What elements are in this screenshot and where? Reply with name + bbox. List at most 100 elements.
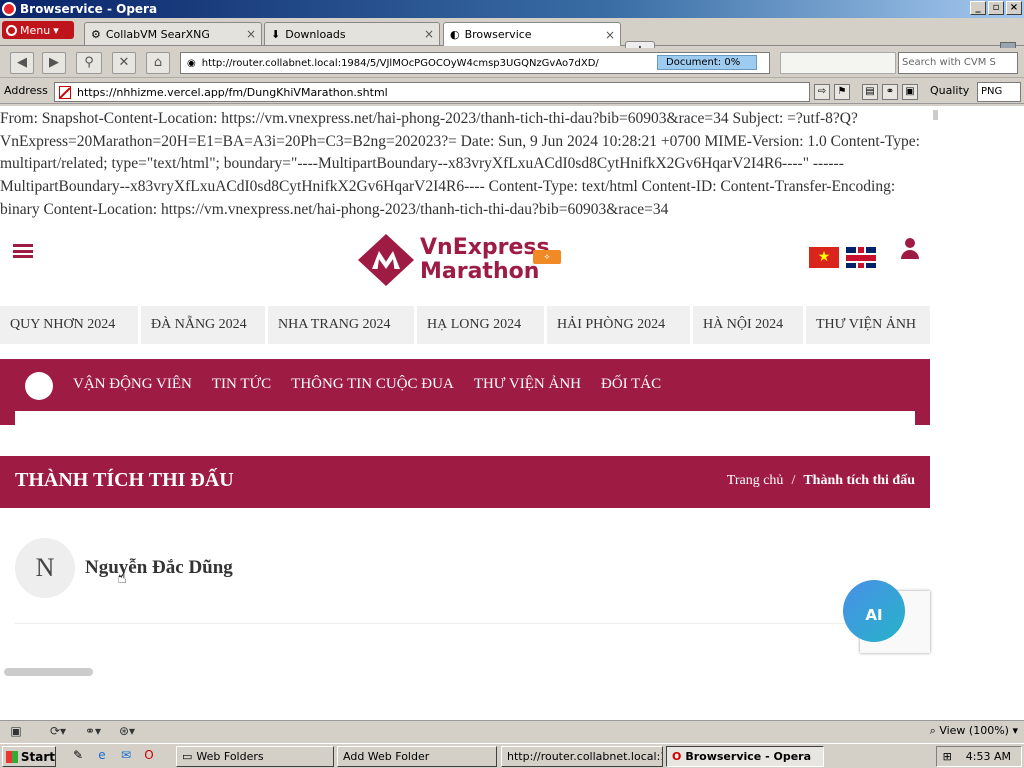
wrench-icon: ⚙ — [91, 27, 101, 41]
navigation-bar: ◀ ▶ ⚲ ✕ ⌂ ◉ http://router.collabnet.loca… — [0, 48, 1024, 78]
breadcrumb-home[interactable]: Trang chủ — [727, 473, 784, 489]
search-input[interactable]: Search with CVM S — [898, 52, 1018, 74]
task-router-page[interactable]: http://router.collabnet.local:19... — [501, 746, 663, 767]
zoom-level[interactable]: ⌕ View (100%) ▾ — [930, 724, 1018, 738]
close-tab-icon[interactable]: × — [424, 27, 434, 41]
sync-icon[interactable]: ⟳▾ — [44, 724, 72, 739]
speed-dial-image — [780, 52, 896, 74]
bookmark-icon[interactable]: ⚑ — [834, 84, 850, 100]
go-icon[interactable]: ⇨ — [814, 84, 830, 100]
nav-race-info[interactable]: THÔNG TIN CUỘC ĐUA — [291, 376, 454, 393]
ie-icon[interactable]: e — [94, 748, 110, 764]
close-tab-icon[interactable]: × — [246, 27, 256, 41]
minimize-button[interactable]: _ — [970, 1, 986, 15]
folder-icon: ▭ — [182, 750, 193, 763]
load-progress: Document: 0% — [657, 55, 757, 70]
clock: 4:53 AM — [965, 750, 1011, 763]
taskbar: Start ✎ e ✉ O ▭ Web Folders Add Web Fold… — [0, 743, 1024, 768]
race-link[interactable]: QUY NHƠN 2024 — [0, 306, 138, 344]
nav-underline-panel — [15, 411, 915, 425]
window-titlebar: Browservice - Opera _ ▫ × — [0, 0, 1024, 18]
insecure-ssl-icon — [59, 85, 71, 99]
edit-icon[interactable]: ✎ — [70, 748, 86, 764]
network-icon[interactable]: ⊞ — [943, 750, 952, 763]
nav-logo-icon[interactable] — [25, 372, 53, 400]
start-button[interactable]: Start — [2, 746, 56, 767]
hand-cursor-icon: ☝ — [117, 568, 127, 587]
address-text: https://nhhizme.vercel.app/fm/DungKhiVMa… — [77, 85, 388, 99]
share-icon[interactable]: ⚭▾ — [80, 724, 106, 739]
download-icon: ⬇ — [271, 27, 281, 41]
opera-icon — [2, 2, 16, 16]
close-tab-icon[interactable]: × — [605, 28, 615, 42]
hamburger-menu-icon[interactable] — [13, 244, 33, 258]
main-navigation: VẬN ĐỘNG VIÊN TIN TỨC THÔNG TIN CUỘC ĐUA… — [0, 359, 930, 425]
logo-badge: ⟡ — [533, 250, 561, 264]
panel-toggle-icon[interactable]: ▣ — [8, 724, 24, 739]
athlete-name: Nguyễn Đắc Dũng — [85, 557, 233, 578]
vnexpress-marathon-logo[interactable]: VnExpress Marathon ⟡ — [358, 234, 561, 286]
task-web-folders[interactable]: ▭ Web Folders — [176, 746, 334, 767]
breadcrumb-separator: / — [791, 473, 796, 488]
quality-select[interactable]: PNG — [977, 82, 1021, 102]
find-icon[interactable]: ⚭ — [882, 84, 898, 100]
vietnam-flag-icon[interactable]: ★ — [809, 247, 839, 268]
vertical-scrollbar[interactable] — [930, 106, 942, 720]
nav-partners[interactable]: ĐỐI TÁC — [601, 376, 661, 393]
address-input[interactable]: https://nhhizme.vercel.app/fm/DungKhiVMa… — [54, 82, 810, 102]
opera-quicklaunch-icon[interactable]: O — [141, 748, 157, 764]
task-browservice-opera[interactable]: O Browservice - Opera — [666, 746, 824, 767]
race-navigation: QUY NHƠN 2024 ĐÀ NẴNG 2024 NHA TRANG 202… — [0, 306, 930, 344]
quality-label: Quality — [930, 84, 970, 97]
status-bar: ▣ ⟳▾ ⚭▾ ⊛▾ ⌕ View (100%) ▾ — [0, 720, 1024, 742]
user-icon[interactable] — [900, 238, 920, 260]
ai-assistant-button[interactable]: AI — [843, 580, 905, 642]
stop-button[interactable]: ✕ — [112, 52, 136, 74]
opera-icon: O — [672, 750, 682, 763]
save-icon[interactable]: ▣ — [902, 84, 918, 100]
task-add-web-folder[interactable]: Add Web Folder — [337, 746, 497, 767]
race-link[interactable]: ĐÀ NẴNG 2024 — [141, 306, 265, 344]
clipboard-icon[interactable]: ▤ — [862, 84, 878, 100]
outlook-icon[interactable]: ✉ — [118, 748, 134, 764]
close-button[interactable]: × — [1006, 1, 1022, 15]
race-link[interactable]: HẢI PHÒNG 2024 — [547, 306, 690, 344]
uk-flag-icon[interactable] — [846, 247, 876, 268]
vertical-scroll-thumb[interactable] — [933, 110, 938, 120]
menu-label: Menu — [20, 23, 51, 37]
back-button[interactable]: ◀ — [10, 52, 34, 74]
breadcrumb: Trang chủ / Thành tích thi đấu — [727, 473, 915, 489]
tab-bar: Menu ▾ ⚙ CollabVM SearXNG × ⬇ Downloads … — [0, 18, 1024, 61]
race-link[interactable]: HẠ LONG 2024 — [417, 306, 544, 344]
race-link[interactable]: THƯ VIỆN ẢNH — [806, 306, 930, 344]
nav-news[interactable]: TIN TỨC — [212, 376, 271, 393]
forward-button[interactable]: ▶ — [42, 52, 66, 74]
race-link[interactable]: HÀ NỘI 2024 — [693, 306, 803, 344]
page-title: THÀNH TÍCH THI ĐẤU — [15, 469, 234, 491]
tab-collabvm-searxng[interactable]: ⚙ CollabVM SearXNG × — [84, 22, 262, 45]
horizontal-scroll-thumb[interactable] — [4, 668, 93, 676]
page-header: THÀNH TÍCH THI ĐẤU Trang chủ / Thành tíc… — [0, 456, 930, 508]
opera-menu-button[interactable]: Menu ▾ — [2, 21, 74, 39]
nav-gallery[interactable]: THƯ VIỆN ẢNH — [474, 376, 581, 393]
nav-athletes[interactable]: VẬN ĐỘNG VIÊN — [73, 376, 192, 393]
rewind-button[interactable]: ⚲ — [76, 52, 102, 74]
logo-mark-icon — [358, 234, 414, 286]
url-field[interactable]: ◉ http://router.collabnet.local:1984/5/V… — [180, 52, 770, 74]
tab-label: Downloads — [285, 27, 346, 41]
chevron-down-icon: ▾ — [1012, 724, 1018, 737]
globe-icon: ◐ — [450, 28, 460, 41]
page-viewport[interactable]: From: Snapshot-Content-Location: https:/… — [0, 106, 1024, 720]
home-button[interactable]: ⌂ — [146, 52, 170, 74]
turbo-icon[interactable]: ⊛▾ — [112, 724, 142, 739]
avatar: N — [15, 538, 75, 598]
url-text: http://router.collabnet.local:1984/5/VJl… — [201, 57, 599, 69]
race-link[interactable]: NHA TRANG 2024 — [268, 306, 414, 344]
windows-logo-icon — [6, 750, 18, 763]
divider — [15, 623, 915, 624]
maximize-button[interactable]: ▫ — [988, 1, 1004, 15]
tab-browservice[interactable]: ◐ Browservice × — [443, 22, 621, 46]
tab-downloads[interactable]: ⬇ Downloads × — [264, 22, 440, 45]
window-title: Browservice - Opera — [20, 2, 158, 16]
chevron-down-icon: ▾ — [53, 23, 59, 37]
